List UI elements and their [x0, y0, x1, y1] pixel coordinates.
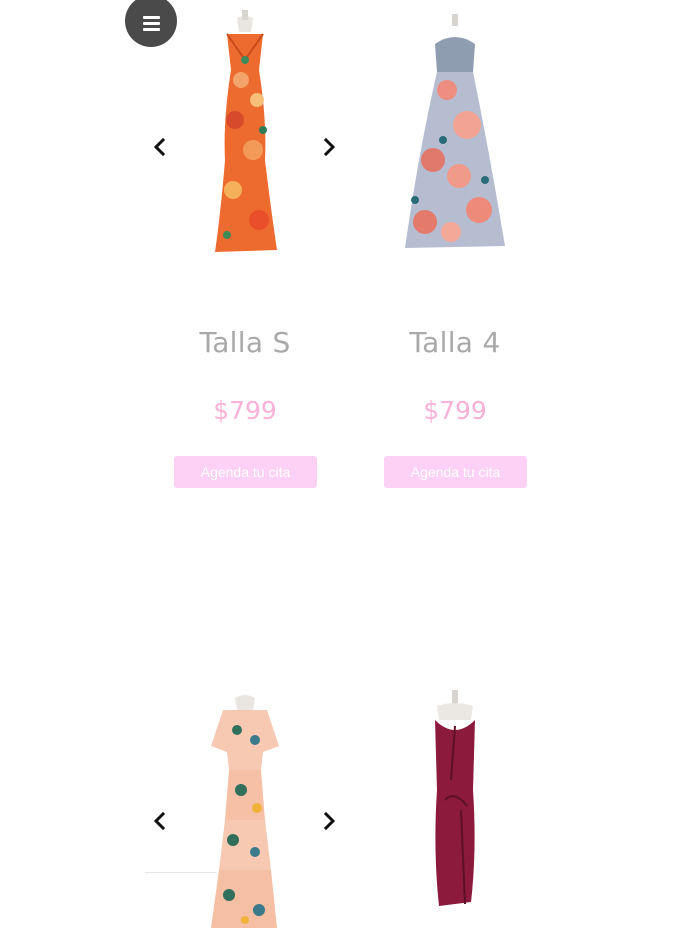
product-image-peach-floral-tiered-dress[interactable]: [145, 680, 345, 940]
schedule-appointment-button[interactable]: Agenda tu cita: [174, 456, 317, 488]
dress-illustration: [211, 695, 279, 928]
carousel-next-button[interactable]: [319, 811, 339, 831]
dress-illustration: [405, 14, 505, 248]
divider: [145, 872, 217, 873]
chevron-left-icon: [153, 811, 166, 831]
carousel-next-button[interactable]: [319, 137, 339, 157]
product-price: $799: [213, 396, 277, 425]
product-title: Talla S: [199, 326, 291, 359]
carousel-prev-button[interactable]: [150, 811, 170, 831]
product-image-burgundy-velvet-gown[interactable]: [355, 680, 555, 940]
product-price: $799: [423, 396, 487, 425]
chevron-right-icon: [323, 137, 336, 157]
chevron-left-icon: [153, 137, 166, 157]
product-image-orange-floral-gown[interactable]: [145, 0, 345, 260]
product-title: Talla 4: [409, 326, 501, 359]
dress-illustration: [435, 690, 475, 906]
dress-illustration: [215, 10, 277, 252]
schedule-appointment-button[interactable]: Agenda tu cita: [384, 456, 527, 488]
carousel-prev-button[interactable]: [150, 137, 170, 157]
chevron-right-icon: [323, 811, 336, 831]
product-image-grey-floral-strapless-gown[interactable]: [355, 0, 555, 260]
